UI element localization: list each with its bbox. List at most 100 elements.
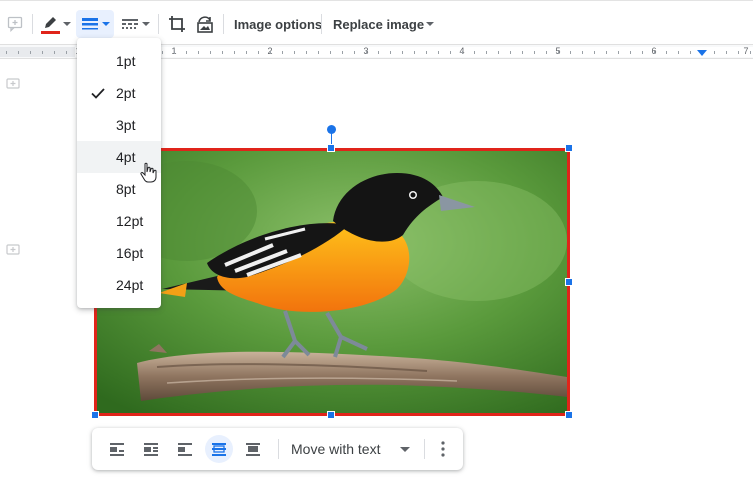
- ruler-tick: [498, 51, 499, 54]
- ruler-tick: [450, 51, 451, 54]
- chevron-down-icon: [141, 22, 150, 26]
- ruler-tick: [666, 51, 667, 54]
- ruler-tick: [558, 51, 559, 54]
- ruler-tick: [462, 51, 463, 54]
- ruler-tick: [630, 51, 631, 54]
- menu-item-label: 12pt: [116, 213, 144, 229]
- behind-text-button[interactable]: [205, 435, 233, 463]
- ruler-tick: [42, 51, 43, 54]
- ruler-tick: [570, 51, 571, 54]
- menu-item-label: 3pt: [116, 117, 136, 133]
- chevron-down-icon: [62, 22, 71, 26]
- in-front-of-text-icon: [246, 443, 260, 456]
- chevron-down-icon: [426, 22, 435, 26]
- wrap-mode-select[interactable]: Move with text: [291, 441, 380, 457]
- menu-item-3pt[interactable]: 3pt: [77, 109, 161, 141]
- ruler-tick: [546, 51, 547, 54]
- menu-item-label: 24pt: [116, 277, 144, 293]
- replace-image-button[interactable]: Replace image: [327, 10, 438, 38]
- menu-item-12pt[interactable]: 12pt: [77, 205, 161, 237]
- in-line-button[interactable]: [103, 435, 131, 463]
- ruler-tick: [750, 51, 751, 54]
- ruler-tick: [270, 51, 271, 54]
- crop-button[interactable]: [164, 10, 190, 38]
- toolbar-divider: [424, 439, 425, 459]
- ruler-tick: [318, 51, 319, 54]
- ruler-tick: [522, 51, 523, 54]
- ruler-tick: [30, 51, 31, 54]
- toolbar-divider: [158, 14, 159, 34]
- ruler-tick: [210, 51, 211, 54]
- menu-item-label: 16pt: [116, 245, 144, 261]
- menu-item-16pt[interactable]: 16pt: [77, 237, 161, 269]
- ruler-tick: [606, 51, 607, 54]
- selected-image[interactable]: [94, 148, 570, 416]
- break-text-button[interactable]: [171, 435, 199, 463]
- ruler-tick: [294, 51, 295, 54]
- right-indent-marker[interactable]: [697, 50, 707, 56]
- wrap-text-button[interactable]: [137, 435, 165, 463]
- menu-item-1pt[interactable]: 1pt: [77, 45, 161, 77]
- ruler-tick: [474, 51, 475, 54]
- ruler-tick: [510, 51, 511, 54]
- resize-handle-bottom[interactable]: [327, 411, 335, 419]
- toolbar-divider: [223, 14, 224, 34]
- ruler-tick: [6, 51, 7, 54]
- ruler-tick: [426, 51, 427, 54]
- ruler-tick: [174, 51, 175, 54]
- ruler-tick: [678, 51, 679, 54]
- chevron-down-icon[interactable]: [400, 447, 410, 452]
- reset-image-icon: [197, 16, 213, 33]
- resize-handle-top[interactable]: [327, 144, 335, 152]
- ruler-tick: [342, 51, 343, 54]
- hand-cursor-icon: [140, 162, 157, 183]
- ruler-tick: [594, 51, 595, 54]
- in-front-of-text-button[interactable]: [239, 435, 267, 463]
- menu-item-label: 4pt: [116, 149, 136, 165]
- border-color-button[interactable]: [38, 10, 72, 38]
- ruler-tick: [162, 51, 163, 54]
- resize-handle-right[interactable]: [565, 278, 573, 286]
- ruler-tick: [438, 51, 439, 54]
- reset-image-button[interactable]: [192, 10, 218, 38]
- replace-image-label: Replace image: [333, 16, 425, 32]
- chevron-down-icon: [101, 22, 110, 26]
- image-options-label: Image options: [234, 16, 323, 32]
- toolbar-divider: [32, 14, 33, 34]
- image-options-button[interactable]: Image options: [228, 10, 328, 38]
- rotation-handle[interactable]: [327, 125, 336, 134]
- border-dash-button[interactable]: [117, 10, 153, 38]
- toolbar-divider: [321, 14, 322, 34]
- ruler-tick: [186, 51, 187, 54]
- resize-handle-bottom-right[interactable]: [565, 411, 573, 419]
- toolbar-divider: [278, 439, 279, 459]
- ruler-tick: [222, 51, 223, 54]
- wrap-text-icon: [144, 443, 158, 456]
- add-comment-icon: [6, 78, 20, 89]
- checkmark-icon: [91, 88, 105, 99]
- wrap-inline-icon: [110, 443, 124, 456]
- ruler-tick: [582, 51, 583, 54]
- more-options-icon[interactable]: [434, 440, 452, 458]
- ruler-tick: [246, 51, 247, 54]
- ruler-tick: [306, 51, 307, 54]
- add-comment-button[interactable]: [4, 10, 26, 38]
- ruler-tick: [690, 51, 691, 54]
- menu-item-2pt[interactable]: 2pt: [77, 77, 161, 109]
- border-weight-button[interactable]: [76, 10, 114, 38]
- pencil-icon: [40, 17, 60, 34]
- resize-handle-top-right[interactable]: [565, 144, 573, 152]
- ruler-tick: [534, 51, 535, 54]
- ruler-tick: [486, 51, 487, 54]
- ruler-tick: [54, 51, 55, 54]
- ruler-tick: [618, 51, 619, 54]
- ruler-tick: [354, 51, 355, 54]
- resize-handle-bottom-left[interactable]: [91, 411, 99, 419]
- ruler-tick: [282, 51, 283, 54]
- ruler-tick: [726, 51, 727, 54]
- menu-item-24pt[interactable]: 24pt: [77, 269, 161, 301]
- ruler-tick: [642, 51, 643, 54]
- border-dash-icon: [121, 19, 138, 29]
- crop-icon: [169, 16, 185, 32]
- break-text-icon: [178, 443, 192, 456]
